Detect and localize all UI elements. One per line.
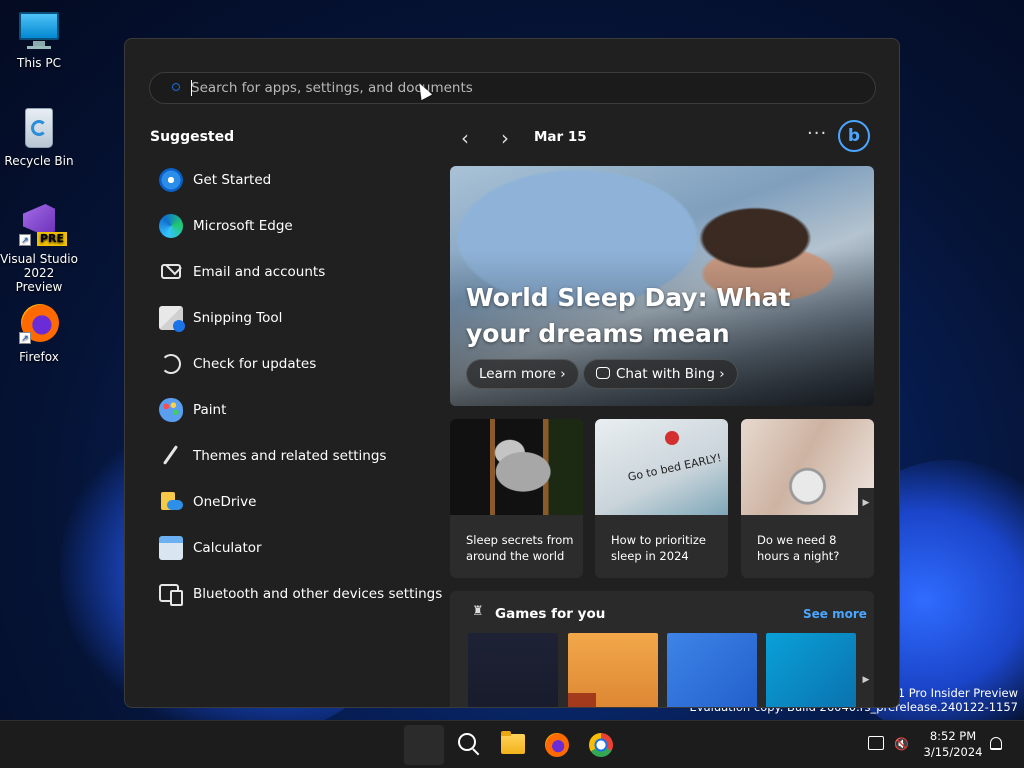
pushpin-icon bbox=[665, 431, 679, 445]
see-more-link[interactable]: See more bbox=[803, 607, 867, 621]
mail-icon bbox=[159, 260, 183, 284]
suggested-item-label: OneDrive bbox=[193, 494, 257, 510]
file-explorer-icon[interactable] bbox=[501, 731, 525, 754]
card-caption: How to prioritize sleep in 2024 bbox=[611, 533, 706, 563]
learn-more-button[interactable]: Learn more › bbox=[466, 359, 579, 389]
game-tile[interactable] bbox=[468, 633, 558, 707]
desktop-icon-recycle-bin[interactable]: Recycle Bin bbox=[0, 106, 78, 168]
card-thumbnail: Go to bed EARLY! bbox=[595, 419, 728, 515]
feed-prev-button[interactable]: ‹ bbox=[461, 127, 469, 149]
feed-date: Mar 15 bbox=[534, 129, 587, 145]
suggested-item-get-started[interactable]: Get Started bbox=[149, 157, 439, 203]
taskbar: 🔇 8:52 PM 3/15/2024 bbox=[0, 720, 1024, 768]
shortcut-arrow-icon: ↗ bbox=[19, 234, 31, 246]
chat-with-bing-label: Chat with Bing › bbox=[616, 366, 725, 382]
network-icon[interactable] bbox=[868, 736, 884, 750]
suggested-item-label: Check for updates bbox=[193, 356, 317, 372]
chrome-icon[interactable] bbox=[589, 733, 613, 757]
start-menu: Suggested Get Started Microsoft Edge Ema… bbox=[124, 38, 900, 708]
desktop-icon-this-pc[interactable]: This PC bbox=[0, 8, 78, 70]
brush-icon bbox=[159, 444, 183, 468]
games-icon: ♜ bbox=[472, 604, 484, 619]
shortcut-arrow-icon: ↗ bbox=[19, 332, 31, 344]
paint-icon bbox=[159, 398, 183, 422]
hero-title: World Sleep Day: What your dreams mean bbox=[466, 283, 791, 348]
card-caption: Sleep secrets from around the world bbox=[466, 533, 574, 563]
taskbar-clock[interactable]: 8:52 PM 3/15/2024 bbox=[918, 728, 988, 760]
desktop-icon-label: This PC bbox=[17, 56, 61, 70]
story-card-calendar[interactable]: Go to bed EARLY! How to prioritize sleep… bbox=[595, 419, 728, 578]
suggested-item-label: Paint bbox=[193, 402, 227, 418]
volume-muted-icon[interactable]: 🔇 bbox=[894, 735, 910, 753]
clock-date: 3/15/2024 bbox=[923, 745, 983, 759]
visual-studio-icon: PRE ↗ bbox=[17, 204, 68, 248]
games-scroll-right-button[interactable]: ▶ bbox=[858, 665, 874, 695]
suggested-item-label: Bluetooth and other devices settings bbox=[193, 586, 443, 602]
recycle-bin-icon bbox=[17, 106, 61, 150]
desktop-icon-firefox[interactable]: ↗ Firefox bbox=[0, 302, 78, 364]
game-tile[interactable] bbox=[667, 633, 757, 707]
suggested-item-onedrive[interactable]: OneDrive bbox=[149, 479, 439, 525]
card-caption: Do we need 8 hours a night? bbox=[757, 533, 840, 563]
get-started-icon bbox=[159, 168, 183, 192]
refresh-icon bbox=[159, 352, 183, 376]
suggested-item-bluetooth[interactable]: Bluetooth and other devices settings bbox=[149, 571, 443, 617]
devices-icon bbox=[159, 582, 183, 606]
suggested-item-snipping-tool[interactable]: Snipping Tool bbox=[149, 295, 439, 341]
chat-icon bbox=[596, 367, 610, 379]
suggested-item-label: Microsoft Edge bbox=[193, 218, 293, 234]
edge-icon bbox=[159, 214, 183, 238]
cards-scroll-right-button[interactable]: ▶ bbox=[858, 488, 874, 518]
card-thumbnail bbox=[741, 419, 874, 515]
text-caret bbox=[191, 80, 192, 96]
onedrive-icon bbox=[159, 490, 183, 514]
suggested-item-label: Email and accounts bbox=[193, 264, 326, 280]
firefox-icon: ↗ bbox=[17, 302, 61, 346]
suggested-item-calculator[interactable]: Calculator bbox=[149, 525, 439, 571]
taskbar-search-icon[interactable] bbox=[458, 733, 480, 755]
search-box[interactable] bbox=[149, 72, 876, 104]
suggested-item-edge[interactable]: Microsoft Edge bbox=[149, 203, 439, 249]
suggested-list: Get Started Microsoft Edge Email and acc… bbox=[149, 157, 443, 617]
calculator-icon bbox=[159, 536, 183, 560]
taskbar-firefox-icon[interactable] bbox=[545, 733, 569, 757]
story-card-koala[interactable]: Sleep secrets from around the world bbox=[450, 419, 583, 578]
suggested-item-themes[interactable]: Themes and related settings bbox=[149, 433, 439, 479]
game-tile[interactable] bbox=[766, 633, 856, 707]
desktop-icon-label: Visual Studio 2022 Preview bbox=[0, 252, 78, 294]
story-card-clock[interactable]: Do we need 8 hours a night? bbox=[741, 419, 874, 578]
card-thumbnail bbox=[450, 419, 583, 515]
desktop-icon-visual-studio[interactable]: PRE ↗ Visual Studio 2022 Preview bbox=[0, 204, 78, 294]
suggested-item-check-updates[interactable]: Check for updates bbox=[149, 341, 439, 387]
notification-bell-icon[interactable] bbox=[990, 737, 1002, 750]
bing-icon[interactable]: b bbox=[838, 120, 870, 152]
suggested-item-label: Snipping Tool bbox=[193, 310, 283, 326]
game-tile[interactable] bbox=[568, 633, 658, 707]
feed-next-button[interactable]: › bbox=[501, 127, 509, 149]
games-section: ♜ Games for you See more ▶ bbox=[450, 591, 874, 707]
hero-story-card[interactable]: World Sleep Day: What your dreams mean L… bbox=[450, 166, 874, 406]
start-button[interactable] bbox=[404, 725, 444, 765]
search-input[interactable] bbox=[191, 73, 851, 103]
search-icon bbox=[172, 83, 180, 91]
suggested-item-label: Themes and related settings bbox=[193, 448, 387, 464]
suggested-item-label: Calculator bbox=[193, 540, 262, 556]
suggested-item-paint[interactable]: Paint bbox=[149, 387, 439, 433]
suggested-item-email[interactable]: Email and accounts bbox=[149, 249, 439, 295]
more-options-icon[interactable]: ··· bbox=[807, 123, 827, 144]
preview-badge: PRE bbox=[37, 232, 68, 246]
chat-with-bing-button[interactable]: Chat with Bing › bbox=[583, 359, 738, 389]
suggested-heading: Suggested bbox=[150, 129, 235, 145]
clock-time: 8:52 PM bbox=[929, 729, 977, 743]
snipping-tool-icon bbox=[159, 306, 185, 332]
suggested-item-label: Get Started bbox=[193, 172, 272, 188]
games-title: Games for you bbox=[495, 606, 606, 622]
this-pc-icon bbox=[17, 8, 61, 52]
desktop-icon-label: Recycle Bin bbox=[4, 154, 74, 168]
calendar-note: Go to bed EARLY! bbox=[626, 451, 723, 484]
desktop-icon-label: Firefox bbox=[19, 350, 59, 364]
